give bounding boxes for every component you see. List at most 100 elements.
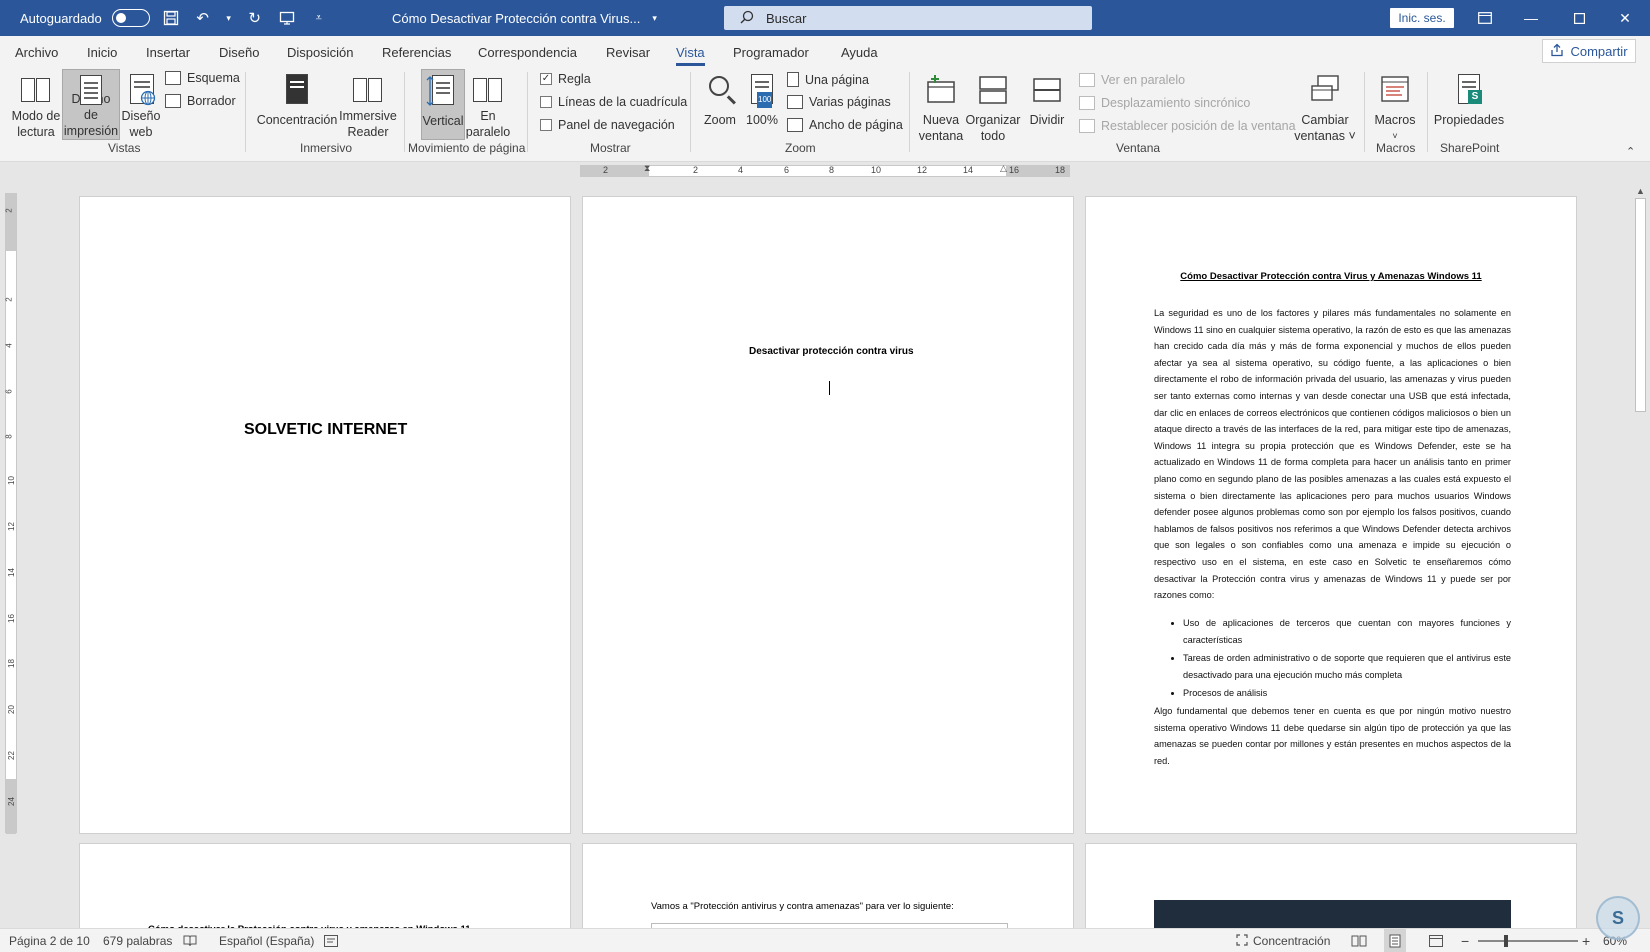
vertical-scroll-button[interactable]: Vertical	[421, 69, 465, 140]
indent-marker-icon[interactable]: ⧗	[644, 163, 650, 174]
zoom-slider-knob[interactable]	[1504, 935, 1508, 947]
proofing-icon[interactable]	[183, 929, 197, 952]
synchronous-scrolling-button[interactable]: Desplazamiento sincrónico	[1079, 96, 1250, 110]
web-layout-icon[interactable]	[1429, 929, 1443, 952]
split-icon	[1032, 74, 1062, 108]
share-button[interactable]: Compartir	[1542, 39, 1636, 63]
vertical-scroll-icon	[426, 75, 458, 109]
zoom-slider[interactable]	[1478, 935, 1578, 947]
vertical-ruler[interactable]: 2 2 4 6 8 10 12 14 16 18 20 22 24	[5, 193, 17, 834]
outline-button[interactable]: Esquema	[165, 71, 240, 85]
document-title[interactable]: Cómo Desactivar Protección contra Virus.…	[392, 0, 657, 36]
scroll-up-icon[interactable]: ▲	[1636, 186, 1645, 196]
autosave-toggle[interactable]	[111, 9, 150, 27]
tab-revisar[interactable]: Revisar	[606, 36, 650, 68]
new-window-button[interactable]: Nueva ventana	[916, 72, 966, 143]
group-label-ventana: Ventana	[1116, 141, 1161, 155]
solvetic-logo-watermark: S	[1596, 896, 1640, 940]
switch-windows-button[interactable]: Cambiar ventanas ˅	[1293, 72, 1357, 143]
checkbox-checked-icon: ✓	[540, 73, 552, 85]
tab-insertar[interactable]: Insertar	[146, 36, 190, 68]
collapse-ribbon-icon[interactable]: ⌃	[1626, 145, 1635, 158]
tab-diseno[interactable]: Diseño	[219, 36, 259, 68]
gridlines-checkbox[interactable]: Líneas de la cuadrícula	[540, 95, 687, 109]
ribbon-display-icon[interactable]	[1460, 0, 1510, 36]
focus-button[interactable]: Concentración	[255, 72, 339, 140]
document-heading: Cómo Desactivar Protección contra Virus …	[1180, 271, 1482, 282]
word-count[interactable]: 679 palabras	[103, 929, 172, 952]
page-count[interactable]: Página 2 de 10	[9, 929, 90, 952]
print-layout-button[interactable]: Diseño de impresión	[62, 69, 120, 140]
bullet-list: Uso de aplicaciones de terceros que cuen…	[1154, 615, 1511, 704]
reset-window-position-button[interactable]: Restablecer posición de la ventana	[1079, 119, 1296, 133]
search-icon	[740, 10, 754, 27]
language[interactable]: Español (España)	[219, 929, 314, 952]
navigation-pane-checkbox[interactable]: Panel de navegación	[540, 118, 675, 132]
zoom-out-icon[interactable]: −	[1461, 929, 1469, 952]
one-page-button[interactable]: Una página	[787, 72, 869, 87]
switch-windows-icon	[1310, 74, 1340, 108]
group-label-inmersivo: Inmersivo	[300, 141, 353, 155]
document-page-3[interactable]: Cómo Desactivar Protección contra Virus …	[1085, 196, 1577, 834]
reading-mode-button[interactable]: Modo de lectura	[8, 72, 64, 140]
document-page-1[interactable]: SOLVETIC INTERNET	[79, 196, 571, 834]
scrollbar-thumb[interactable]	[1635, 198, 1646, 412]
immersive-reader-button[interactable]: Immersive Reader	[338, 72, 398, 140]
right-indent-marker-icon[interactable]: △	[1000, 163, 1007, 174]
horizontal-ruler[interactable]: 2 2 4 6 8 10 12 14 16 18	[580, 165, 1070, 177]
print-layout-icon[interactable]	[1384, 929, 1406, 952]
customize-toolbar-icon[interactable]: ⩡	[308, 7, 330, 29]
save-icon[interactable]	[160, 7, 182, 29]
chevron-down-icon: ▾	[652, 12, 657, 23]
web-page-icon	[126, 74, 156, 106]
zoom-100-button[interactable]: 100 100%	[742, 72, 782, 140]
close-icon[interactable]: ✕	[1600, 0, 1650, 36]
present-icon[interactable]	[276, 7, 298, 29]
focus-mode-button[interactable]: Concentración	[1236, 929, 1330, 952]
tab-inicio[interactable]: Inicio	[87, 36, 117, 68]
side-to-side-button[interactable]: En paralelo	[466, 72, 510, 140]
group-separator	[1364, 72, 1365, 152]
sync-scroll-icon	[1079, 96, 1095, 110]
document-page-2[interactable]: Desactivar protección contra virus	[582, 196, 1074, 834]
split-button[interactable]: Dividir	[1024, 72, 1070, 140]
tab-vista[interactable]: Vista	[676, 36, 705, 68]
multiple-pages-button[interactable]: Varias páginas	[787, 95, 891, 109]
group-separator	[404, 72, 405, 152]
properties-button[interactable]: S Propiedades	[1432, 72, 1506, 140]
autosave-label: Autoguardado	[20, 10, 102, 26]
zoom-in-icon[interactable]: +	[1582, 929, 1590, 952]
page-width-icon	[787, 118, 803, 132]
tab-archivo[interactable]: Archivo	[15, 36, 58, 68]
accessibility-icon[interactable]	[324, 929, 338, 952]
checkbox-icon	[540, 119, 552, 131]
undo-icon[interactable]: ↶	[192, 7, 214, 29]
redo-icon[interactable]: ↻	[244, 7, 266, 29]
arrange-all-icon	[978, 74, 1008, 108]
ruler-checkbox[interactable]: ✓ Regla	[540, 72, 591, 86]
vertical-scrollbar[interactable]: ▲	[1632, 184, 1650, 928]
arrange-all-button[interactable]: Organizar todo	[963, 72, 1023, 143]
tab-ayuda[interactable]: Ayuda	[841, 36, 878, 68]
group-label-vistas: Vistas	[108, 141, 141, 155]
draft-button[interactable]: Borrador	[165, 94, 236, 108]
tab-programador[interactable]: Programador	[733, 36, 809, 68]
read-mode-icon[interactable]	[1351, 929, 1367, 952]
signin-button[interactable]: Inic. ses.	[1390, 8, 1454, 28]
page-width-button[interactable]: Ancho de página	[787, 118, 903, 132]
search-input[interactable]: Buscar	[724, 6, 1092, 30]
web-layout-button[interactable]: Diseño web	[121, 72, 161, 140]
zoom-button[interactable]: Zoom	[700, 72, 740, 140]
maximize-icon[interactable]	[1554, 0, 1604, 36]
group-label-movimiento: Movimiento de página	[408, 141, 526, 155]
minimize-icon[interactable]: —	[1506, 0, 1556, 36]
view-side-by-side-button[interactable]: Ver en paralelo	[1079, 73, 1185, 87]
tab-referencias[interactable]: Referencias	[382, 36, 451, 68]
chevron-down-icon[interactable]: ▾	[224, 7, 234, 29]
group-separator	[527, 72, 528, 152]
list-item: Procesos de análisis	[1183, 685, 1511, 702]
side-by-side-icon	[1079, 73, 1095, 87]
macros-button[interactable]: Macros ˅	[1372, 72, 1418, 141]
tab-correspondencia[interactable]: Correspondencia	[478, 36, 577, 68]
tab-disposicion[interactable]: Disposición	[287, 36, 353, 68]
